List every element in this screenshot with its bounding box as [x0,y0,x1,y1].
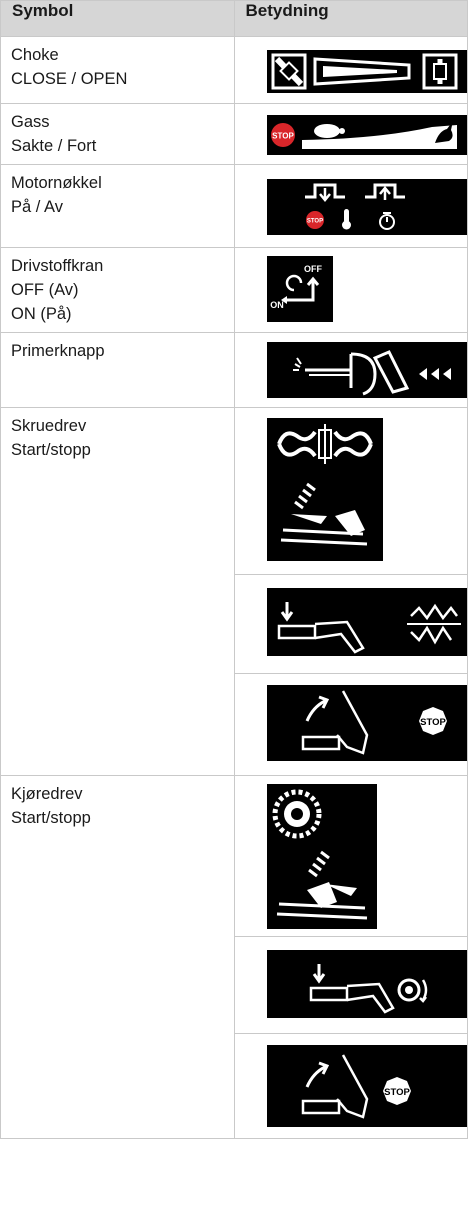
meaning-cell [233,332,468,408]
meaning-cell: STOP [233,775,468,1139]
symbol-desc: Start/stopp [11,809,91,827]
symbol-desc: CLOSE / OPEN [11,70,128,88]
svg-text:STOP: STOP [384,1087,410,1098]
header-row: Symbol Betydning [0,0,468,37]
primer-icon [266,342,467,398]
meaning-cell: OFF ON [233,247,468,333]
symbol-name: Drivstoffkran [11,257,104,275]
ignition-icon: STOP [266,179,467,235]
symbol-cell: Primerknapp [0,332,235,408]
drive-lever-icon [266,784,377,929]
auger-stop-panel: STOP [235,674,468,775]
symbol-cell: Motornøkkel På / Av [0,164,235,248]
header-symbol: Symbol [0,0,235,37]
symbol-name: Motornøkkel [11,174,102,192]
row-auger-drive: Skruedrev Start/stopp STOP [0,407,468,776]
svg-text:OFF: OFF [304,264,322,274]
symbol-desc: OFF (Av) [11,281,79,299]
meaning-cell: STOP [233,103,468,165]
choke-icon [266,50,467,93]
svg-text:STOP: STOP [420,717,446,728]
auger-engage-panel [234,575,467,674]
auger-lever-icon [266,418,383,561]
symbol-name: Skruedrev [11,417,87,435]
svg-text:STOP: STOP [306,219,322,225]
meaning-cell: STOP [233,407,468,776]
symbol-desc: ON (På) [11,305,72,323]
symbol-table: Symbol Betydning Choke CLOSE / OPEN Gass… [0,0,468,1139]
symbol-name: Gass [11,113,50,131]
symbol-cell: Choke CLOSE / OPEN [0,36,235,104]
symbol-cell: Skruedrev Start/stopp [0,407,235,776]
symbol-cell: Drivstoffkran OFF (Av) ON (På) [0,247,235,333]
symbol-cell: Gass Sakte / Fort [0,103,235,165]
row-ignition: Motornøkkel På / Av STOP [0,164,468,248]
meaning-cell: STOP [233,164,468,248]
row-choke: Choke CLOSE / OPEN [0,36,468,104]
symbol-desc: På / Av [11,198,63,216]
fuel-valve-icon: OFF ON [266,256,333,322]
svg-text:ON: ON [270,300,284,310]
drive-lever-panel [234,776,467,937]
symbol-name: Choke [11,46,59,64]
symbol-desc: Start/stopp [11,441,91,459]
drive-stop-panel: STOP [235,1034,468,1138]
auger-stop-icon: STOP [266,685,467,761]
throttle-icon: STOP [266,115,467,155]
row-fuel-valve: Drivstoffkran OFF (Av) ON (På) OFF ON [0,247,468,333]
symbol-desc: Sakte / Fort [11,137,97,155]
auger-lever-panel [234,408,467,575]
svg-text:STOP: STOP [272,132,294,141]
symbol-name: Primerknapp [11,342,105,360]
drive-engage-panel [234,937,467,1034]
auger-engage-icon [266,588,467,656]
drive-stop-icon: STOP [266,1045,467,1127]
row-primer: Primerknapp [0,332,468,408]
symbol-cell: Kjøredrev Start/stopp [0,775,235,1139]
header-meaning: Betydning [233,0,468,37]
meaning-cell [233,36,468,104]
drive-engage-icon [266,950,467,1018]
row-traction-drive: Kjøredrev Start/stopp STOP [0,775,468,1139]
symbol-name: Kjøredrev [11,785,83,803]
row-throttle: Gass Sakte / Fort STOP [0,103,468,165]
